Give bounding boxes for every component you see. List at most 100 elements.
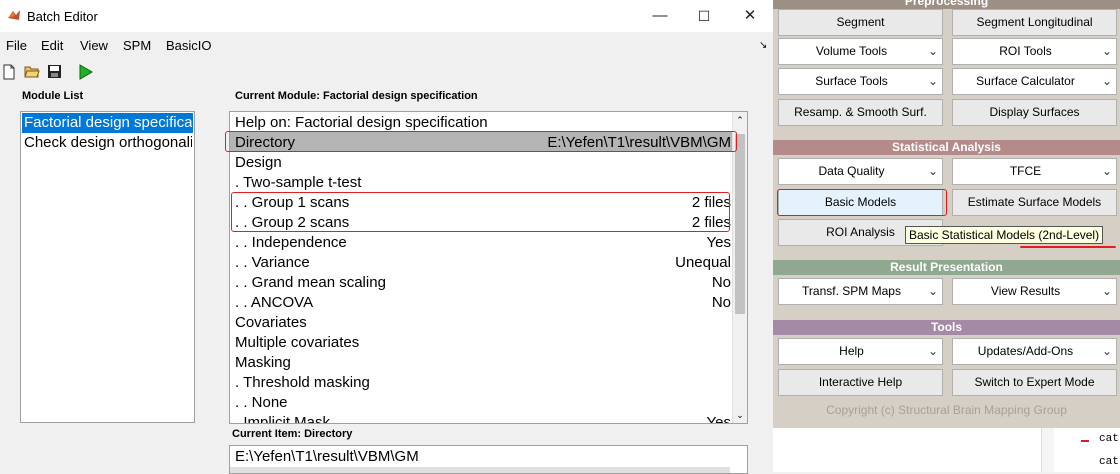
surface-calculator-label: Surface Calculator (976, 74, 1075, 88)
menu-view[interactable]: View (80, 38, 108, 53)
switch-expert-mode-button[interactable]: Switch to Expert Mode (952, 369, 1117, 396)
menu-bar: File Edit View SPM BasicIO ↘ (0, 34, 773, 56)
module-row-label: Design (235, 154, 282, 171)
module-row-value: No (711, 274, 731, 291)
estimate-surface-models-button[interactable]: Estimate Surface Models (952, 189, 1117, 216)
module-item-check-orthogonality[interactable]: Check design orthogonality (24, 133, 192, 153)
current-module-list[interactable]: Help on: Factorial design specification D… (229, 111, 748, 424)
module-row[interactable]: . Two-sample t-test (235, 173, 731, 193)
module-row-label: Help on: Factorial design specification (235, 114, 488, 131)
module-row-label: . Implicit Mask (235, 414, 331, 424)
menu-spm[interactable]: SPM (123, 38, 151, 53)
surface-calculator-dropdown[interactable]: Surface Calculator ⌄ (952, 68, 1117, 95)
menu-dock-arrow-icon[interactable]: ↘ (759, 40, 767, 51)
volume-tools-dropdown[interactable]: Volume Tools ⌄ (778, 38, 943, 65)
editor-gutter (1041, 428, 1054, 472)
scroll-down-icon[interactable]: ⌄ (735, 410, 745, 420)
chevron-down-icon: ⌄ (1101, 74, 1112, 88)
module-row-label: . . Grand mean scaling (235, 274, 386, 291)
menu-file[interactable]: File (6, 38, 27, 53)
new-file-icon[interactable] (2, 64, 20, 82)
close-button[interactable]: ✕ (733, 6, 767, 26)
chevron-down-icon: ⌄ (1101, 164, 1112, 178)
module-row[interactable]: . Implicit Mask Yes (235, 413, 731, 424)
module-row-label: . . Independence (235, 234, 347, 251)
module-row[interactable]: Masking (235, 353, 731, 373)
module-row[interactable]: . . ANCOVA No (235, 293, 731, 313)
cat-tools-panel: Preprocessing Segment Segment Longitudin… (773, 0, 1120, 428)
module-list-scrollbar[interactable]: ⌃ ⌄ (732, 112, 747, 423)
chevron-down-icon: ⌄ (927, 74, 938, 88)
minimize-button[interactable]: — (643, 6, 677, 26)
editor-text-line: cat (1099, 456, 1119, 468)
segment-button[interactable]: Segment (778, 9, 943, 36)
surface-tools-label: Surface Tools (815, 74, 888, 88)
surface-tools-dropdown[interactable]: Surface Tools ⌄ (778, 68, 943, 95)
module-row-value: Yes (706, 414, 731, 424)
interactive-help-button[interactable]: Interactive Help (778, 369, 943, 396)
chevron-down-icon: ⌄ (927, 44, 938, 58)
module-row[interactable]: Design (235, 153, 731, 173)
view-results-dropdown[interactable]: View Results ⌄ (952, 278, 1117, 305)
save-icon[interactable] (47, 64, 65, 82)
editor-background: cat cat (773, 428, 1120, 472)
module-item-factorial[interactable]: Factorial design specificatio (24, 113, 192, 133)
basic-models-tooltip: Basic Statistical Models (2nd-Level) (905, 226, 1104, 244)
updates-addons-dropdown[interactable]: Updates/Add-Ons ⌄ (952, 338, 1117, 365)
title-bar: Batch Editor — ☐ ✕ (0, 0, 773, 32)
module-row[interactable]: Covariates (235, 313, 731, 333)
module-row[interactable]: . Threshold masking (235, 373, 731, 393)
scroll-up-icon[interactable]: ⌃ (735, 115, 745, 125)
module-list[interactable]: Factorial design specificatio Check desi… (20, 111, 195, 423)
resamp-smooth-surf-button[interactable]: Resamp. & Smooth Surf. (778, 99, 943, 126)
module-row-label: . . ANCOVA (235, 294, 314, 311)
run-icon[interactable] (78, 64, 96, 82)
section-header-preprocessing: Preprocessing (773, 0, 1120, 9)
transf-spm-maps-label: Transf. SPM Maps (802, 284, 901, 298)
module-row[interactable]: . . Variance Unequal (235, 253, 731, 273)
matlab-logo-icon (7, 8, 21, 27)
transf-spm-maps-dropdown[interactable]: Transf. SPM Maps ⌄ (778, 278, 943, 305)
module-row-label: . . Variance (235, 254, 310, 271)
scrollbar-thumb[interactable] (735, 134, 745, 314)
open-folder-icon[interactable] (24, 64, 42, 82)
module-row-value: Yes (706, 234, 731, 251)
module-row[interactable]: . . None (235, 393, 731, 413)
chevron-down-icon: ⌄ (927, 284, 938, 298)
updates-addons-label: Updates/Add-Ons (977, 344, 1074, 358)
menu-basicio[interactable]: BasicIO (166, 38, 212, 53)
display-surfaces-button[interactable]: Display Surfaces (952, 99, 1117, 126)
chevron-down-icon: ⌄ (927, 344, 938, 358)
module-row-label: . Two-sample t-test (235, 174, 362, 191)
directory-annotation-box (225, 131, 737, 152)
module-row-label: . Threshold masking (235, 374, 370, 391)
maximize-button[interactable]: ☐ (687, 6, 721, 26)
roi-tools-dropdown[interactable]: ROI Tools ⌄ (952, 38, 1117, 65)
segment-longitudinal-button[interactable]: Segment Longitudinal (952, 9, 1117, 36)
module-row[interactable]: Multiple covariates (235, 333, 731, 353)
toolbar (0, 60, 773, 86)
basic-models-annotation-box (777, 189, 947, 216)
editor-text-line: cat (1099, 433, 1119, 445)
help-label: Help (839, 344, 864, 358)
diff-marker (1081, 440, 1089, 442)
module-row[interactable]: Help on: Factorial design specification (235, 113, 731, 133)
data-quality-dropdown[interactable]: Data Quality ⌄ (778, 158, 943, 185)
module-row[interactable]: . . Grand mean scaling No (235, 273, 731, 293)
roi-tools-label: ROI Tools (999, 44, 1052, 58)
window-title: Batch Editor (27, 9, 98, 24)
chevron-down-icon: ⌄ (927, 164, 938, 178)
current-item-value: E:\Yefen\T1\result\VBM\GM (235, 448, 419, 465)
help-dropdown[interactable]: Help ⌄ (778, 338, 943, 365)
section-header-statistical-analysis: Statistical Analysis (773, 140, 1120, 155)
tfce-dropdown[interactable]: TFCE ⌄ (952, 158, 1117, 185)
module-row-label: Covariates (235, 314, 307, 331)
copyright-text: Copyright (c) Structural Brain Mapping G… (826, 403, 1067, 417)
tooltip-underline-annotation (1020, 246, 1116, 248)
section-header-result-presentation: Result Presentation (773, 260, 1120, 275)
menu-edit[interactable]: Edit (41, 38, 63, 53)
current-item-label: Current Item: Directory (232, 428, 353, 440)
current-item-value-box[interactable]: E:\Yefen\T1\result\VBM\GM (229, 445, 748, 474)
batch-editor-window: Batch Editor — ☐ ✕ File Edit View SPM Ba… (0, 0, 773, 474)
module-row[interactable]: . . Independence Yes (235, 233, 731, 253)
